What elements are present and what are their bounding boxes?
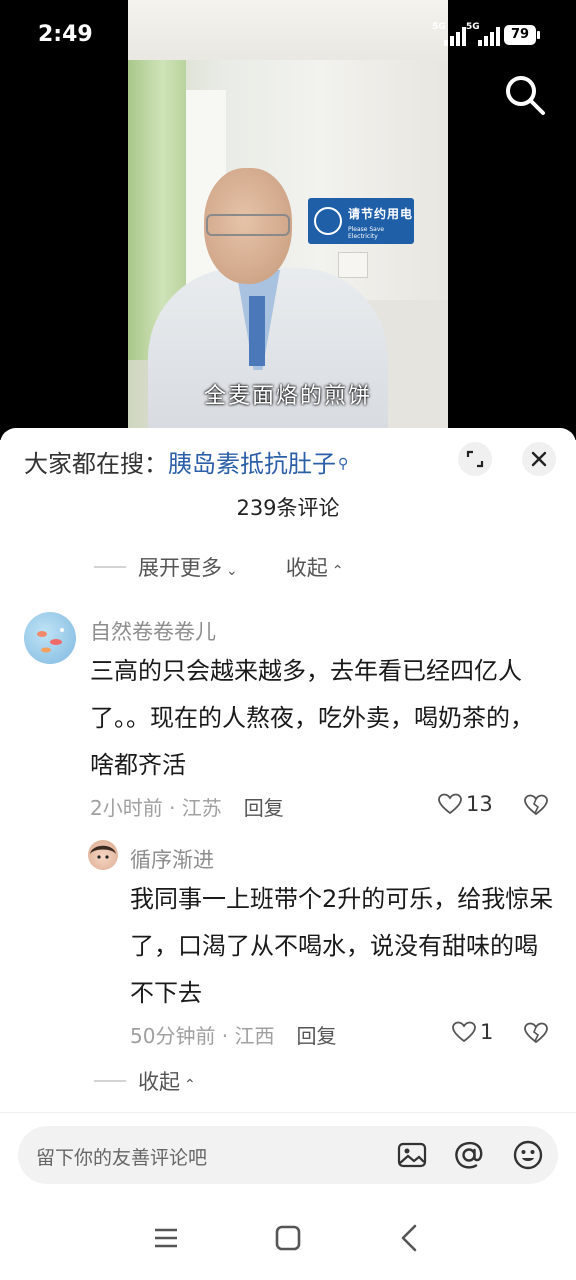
light-switch	[338, 252, 368, 278]
chevron-down-icon: ⌄	[226, 563, 238, 579]
status-time: 2:49	[38, 22, 93, 47]
reply-button[interactable]: 回复	[244, 796, 284, 820]
comment-meta: 50分钟前 · 江西 回复	[130, 1020, 337, 1049]
image-icon	[397, 1142, 427, 1168]
glasses	[206, 214, 290, 236]
like-button[interactable]: 1	[452, 1020, 493, 1044]
chevron-up-icon: ⌃	[331, 563, 344, 579]
like-count: 1	[480, 1020, 494, 1044]
expand-button[interactable]	[458, 442, 492, 476]
expand-icon	[466, 450, 484, 468]
reply-button[interactable]: 回复	[297, 1024, 337, 1048]
collapse-top-label: 收起	[285, 556, 328, 580]
home-icon	[275, 1225, 301, 1251]
emoji-button[interactable]	[512, 1139, 544, 1171]
home-button[interactable]	[270, 1220, 306, 1256]
wall-sign-subtitle: Please Save Electricity	[348, 226, 385, 240]
avatar[interactable]	[24, 612, 76, 664]
divider-dash	[94, 1080, 126, 1082]
like-button[interactable]: 13	[438, 792, 493, 816]
comment-time-location: 50分钟前 · 江西	[130, 1024, 275, 1048]
comment-text: 三高的只会越来越多，去年看已经四亿人了。。现在的人熬夜，吃外卖，喝奶茶的，啥都齐…	[90, 657, 534, 779]
collapse-row: 收起 ⌃	[94, 1066, 196, 1096]
at-icon	[455, 1141, 483, 1169]
close-button[interactable]	[522, 442, 556, 476]
signal-1-icon: 5G	[432, 22, 466, 46]
input-divider	[0, 1112, 576, 1113]
dislike-button[interactable]	[524, 794, 548, 820]
expand-more-button[interactable]: 展开更多 ⌄	[138, 552, 238, 582]
search-button[interactable]	[502, 72, 548, 118]
signal-2-icon: 5G	[466, 22, 500, 46]
fish-avatar-icon	[37, 628, 64, 653]
recent-apps-button[interactable]	[148, 1220, 184, 1256]
heart-icon	[438, 793, 462, 815]
comment-username[interactable]: 循序渐进	[130, 844, 214, 874]
heart-icon	[452, 1021, 476, 1043]
back-button[interactable]	[392, 1220, 428, 1256]
mention-button[interactable]	[453, 1139, 485, 1171]
like-count: 13	[466, 792, 493, 816]
collapse-top-button[interactable]: 收起 ⌃	[286, 552, 344, 582]
hot-search-prefix: 大家都在搜：	[24, 450, 168, 478]
avatar[interactable]	[88, 840, 118, 870]
comment-time-location: 2小时前 · 江苏	[90, 796, 222, 820]
collapse-bottom-label: 收起	[138, 1070, 180, 1094]
emoji-icon	[513, 1140, 543, 1170]
hot-search-term[interactable]: 胰岛素抵抗肚子	[168, 450, 336, 478]
search-small-icon: ⚲	[338, 456, 349, 472]
video-caption: 全麦面烙的煎饼	[203, 384, 372, 409]
doctor-tie	[249, 296, 265, 366]
collapse-bottom-button[interactable]: 收起 ⌃	[138, 1066, 196, 1096]
image-button[interactable]	[396, 1139, 428, 1171]
battery-icon: 79	[504, 25, 540, 45]
wall-sign-title: 请节约用电	[348, 207, 414, 221]
menu-icon	[155, 1228, 177, 1248]
lightbulb-icon	[314, 207, 342, 235]
close-icon	[531, 451, 547, 467]
system-nav-bar	[0, 1200, 576, 1280]
chevron-up-icon: ⌃	[184, 1077, 196, 1093]
divider-dash	[94, 566, 126, 568]
comment-username[interactable]: 自然卷卷卷儿	[90, 616, 216, 646]
expand-more-label: 展开更多	[138, 556, 222, 580]
hot-search[interactable]: 大家都在搜：胰岛素抵抗肚子 ⚲	[24, 444, 348, 479]
dislike-icon	[524, 1022, 548, 1044]
comment-meta: 2小时前 · 江苏 回复	[90, 792, 284, 821]
status-bar: 2:49 5G 5G 79	[0, 0, 576, 72]
dislike-button[interactable]	[524, 1022, 548, 1048]
comments-sheet: 大家都在搜：胰岛素抵抗肚子 ⚲ 239条评论 展开更多 ⌄ 收起 ⌃ 自然卷卷卷儿 三…	[0, 428, 576, 1280]
comment-input[interactable]: 留下你的友善评论吧	[18, 1126, 558, 1184]
back-icon	[401, 1224, 417, 1252]
wall-sign: 请节约用电 Please Save Electricity	[308, 198, 414, 244]
comment-text: 我同事一上班带个2升的可乐，给我惊呆了，口渴了从不喝水，说没有甜味的喝不下去	[130, 885, 554, 1007]
dislike-icon	[524, 794, 548, 816]
child-avatar-icon	[90, 845, 116, 859]
comment-input-placeholder: 留下你的友善评论吧	[36, 1147, 208, 1169]
comment-count: 239条评论	[236, 496, 340, 520]
expand-collapse-row: 展开更多 ⌄ 收起 ⌃	[94, 552, 343, 582]
search-icon	[506, 76, 545, 115]
